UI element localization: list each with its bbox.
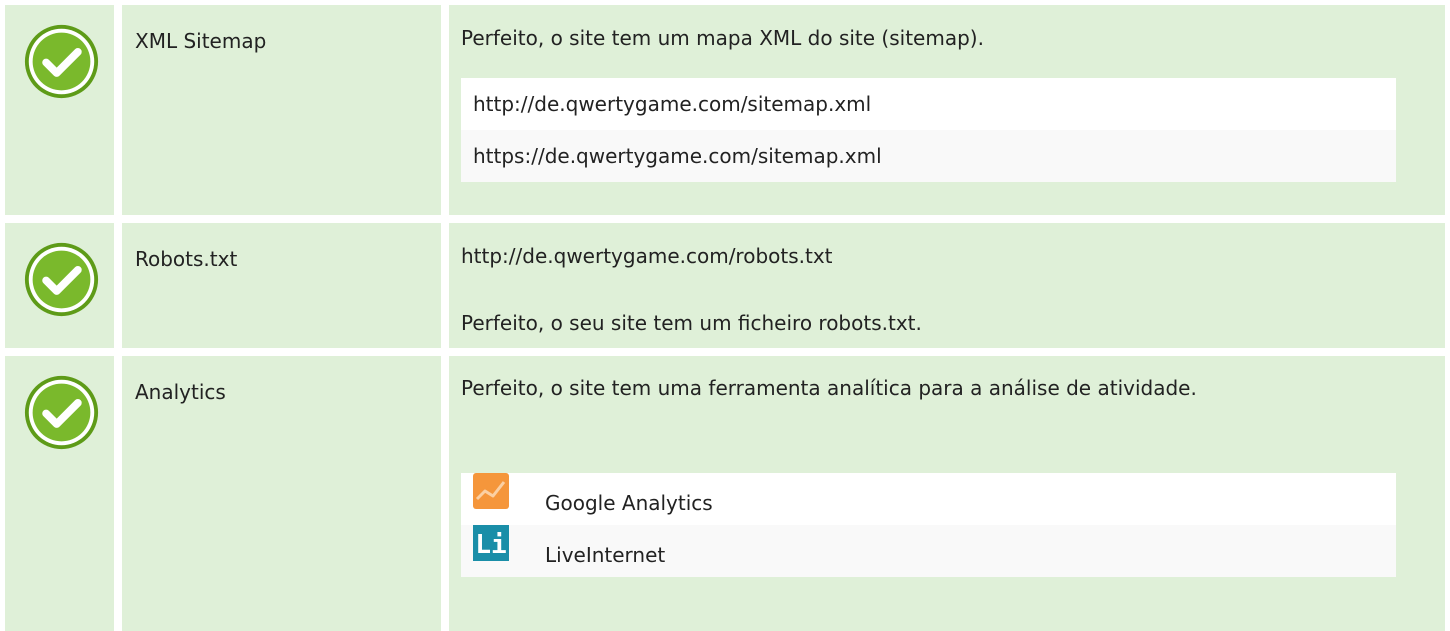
- robots-url[interactable]: http://de.qwertygame.com/robots.txt: [461, 241, 1405, 271]
- row-xml-sitemap: XML Sitemap Perfeito, o site tem um mapa…: [0, 5, 1450, 215]
- check-circle-icon: [24, 242, 99, 317]
- row-label: Robots.txt: [135, 247, 238, 271]
- list-item[interactable]: http://de.qwertygame.com/sitemap.xml: [461, 78, 1396, 130]
- status-message: Perfeito, o seu site tem um ficheiro rob…: [461, 311, 922, 335]
- tool-name: LiveInternet: [545, 543, 666, 567]
- sitemap-list: http://de.qwertygame.com/sitemap.xml htt…: [461, 78, 1396, 182]
- label-cell: Analytics: [122, 356, 441, 631]
- status-message: Perfeito, o site tem um mapa XML do site…: [461, 26, 984, 50]
- sitemap-url[interactable]: http://de.qwertygame.com/sitemap.xml: [473, 92, 871, 116]
- liveinternet-icon-text: Li: [475, 530, 506, 560]
- row-label: Analytics: [135, 380, 226, 404]
- row-analytics: Analytics Perfeito, o site tem uma ferra…: [0, 356, 1450, 631]
- detail-cell: Perfeito, o site tem uma ferramenta anal…: [449, 356, 1445, 631]
- sitemap-url[interactable]: https://de.qwertygame.com/sitemap.xml: [473, 144, 882, 168]
- liveinternet-icon: Li: [473, 525, 509, 561]
- list-item[interactable]: Google Analytics: [461, 473, 1396, 525]
- tool-name: Google Analytics: [545, 491, 713, 515]
- label-cell: Robots.txt: [122, 223, 441, 348]
- status-cell: [5, 5, 114, 215]
- status-cell: [5, 223, 114, 348]
- analytics-list: Google Analytics Li LiveInternet: [461, 473, 1396, 577]
- label-cell: XML Sitemap: [122, 5, 441, 215]
- check-circle-icon: [24, 24, 99, 99]
- detail-cell: http://de.qwertygame.com/robots.txt Perf…: [449, 223, 1445, 348]
- row-label: XML Sitemap: [135, 29, 267, 53]
- row-robots-txt: Robots.txt http://de.qwertygame.com/robo…: [0, 223, 1450, 348]
- status-cell: [5, 356, 114, 631]
- status-message: Perfeito, o site tem uma ferramenta anal…: [461, 376, 1197, 400]
- check-circle-icon: [24, 375, 99, 450]
- list-item[interactable]: Li LiveInternet: [461, 525, 1396, 577]
- detail-cell: Perfeito, o site tem um mapa XML do site…: [449, 5, 1445, 215]
- google-analytics-icon: [473, 473, 509, 509]
- list-item[interactable]: https://de.qwertygame.com/sitemap.xml: [461, 130, 1396, 182]
